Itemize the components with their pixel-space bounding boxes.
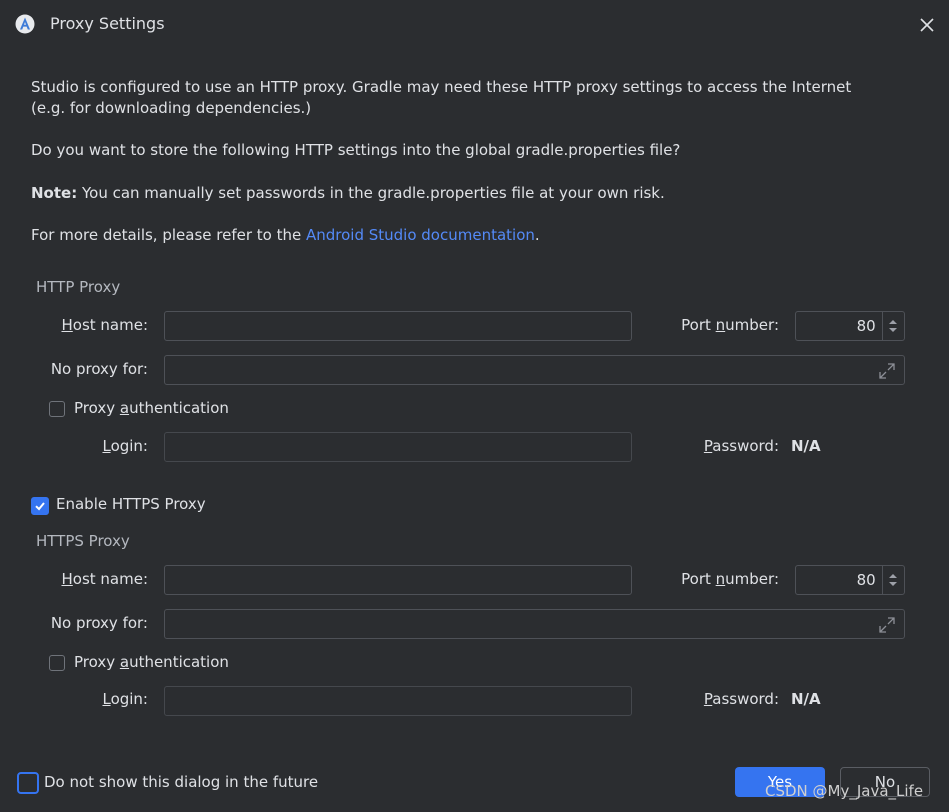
https-port-label-mnemonic: n [715, 570, 726, 588]
https-port-label: Port number: [660, 570, 779, 588]
http-password-label: Password: [680, 437, 779, 455]
http-host-field[interactable] [164, 311, 632, 341]
http-host-input[interactable] [165, 312, 631, 340]
https-auth-label[interactable]: Proxy authentication [74, 653, 229, 671]
intro-details: For more details, please refer to the An… [31, 225, 540, 246]
dont-show-label[interactable]: Do not show this dialog in the future [44, 773, 318, 791]
http-noproxy-field[interactable] [164, 355, 905, 385]
https-password-label: Password: [680, 690, 779, 708]
https-auth-label-mnemonic: a [119, 653, 130, 671]
android-studio-icon [15, 14, 35, 34]
http-login-label: Login: [60, 437, 148, 455]
http-proxy-group-title: HTTP Proxy [36, 278, 121, 296]
https-noproxy-field[interactable] [164, 609, 905, 639]
intro-note: Note: You can manually set passwords in … [31, 183, 665, 204]
https-login-label-rest: ogin: [110, 690, 148, 708]
https-port-label-rest: umber: [725, 570, 779, 588]
dont-show-checkbox[interactable] [17, 772, 39, 794]
http-noproxy-label: No proxy for: [50, 360, 148, 378]
intro-question: Do you want to store the following HTTP … [31, 141, 681, 159]
https-auth-label-pre: Proxy [74, 653, 120, 671]
https-host-label-rest: ost name: [72, 570, 148, 588]
spinner-icon [889, 320, 898, 332]
http-noproxy-input[interactable] [165, 356, 904, 384]
http-login-label-rest: ogin: [110, 437, 148, 455]
http-port-input[interactable] [796, 312, 882, 340]
https-auth-label-rest: uthentication [129, 653, 229, 671]
http-host-label-rest: ost name: [72, 316, 148, 334]
http-host-label: Host name: [40, 316, 148, 334]
http-password-label-mnemonic: P [703, 437, 713, 455]
https-host-label-mnemonic: H [61, 570, 73, 588]
http-auth-label-rest: uthentication [129, 399, 229, 417]
http-port-spinner[interactable] [881, 312, 904, 340]
https-login-field[interactable] [164, 686, 632, 716]
http-port-label: Port number: [660, 316, 779, 334]
details-prefix: For more details, please refer to the [31, 226, 306, 244]
details-suffix: . [534, 226, 540, 244]
watermark: CSDN @My_Java_Life [765, 782, 924, 800]
enable-https-label[interactable]: Enable HTTPS Proxy [56, 495, 206, 513]
https-noproxy-label: No proxy for: [50, 614, 148, 632]
enable-https-checkbox[interactable] [31, 497, 49, 515]
close-icon[interactable] [916, 14, 938, 36]
https-port-spinner[interactable] [881, 566, 904, 594]
http-auth-checkbox[interactable] [49, 401, 65, 417]
checkmark-icon [35, 502, 45, 511]
intro-line-2: (e.g. for downloading dependencies.) [31, 99, 312, 117]
http-auth-label[interactable]: Proxy authentication [74, 399, 229, 417]
note-text: You can manually set passwords in the gr… [77, 184, 665, 202]
http-port-label-pre: Port [681, 316, 716, 334]
http-port-label-rest: umber: [725, 316, 779, 334]
title-bar: Proxy Settings [0, 0, 949, 50]
https-auth-checkbox[interactable] [49, 655, 65, 671]
http-password-value: N/A [791, 437, 821, 455]
https-port-label-pre: Port [681, 570, 716, 588]
http-port-stepper[interactable] [795, 311, 905, 341]
http-host-label-mnemonic: H [61, 316, 73, 334]
https-port-input[interactable] [796, 566, 882, 594]
spinner-icon [889, 574, 898, 586]
http-port-label-mnemonic: n [715, 316, 726, 334]
https-host-field[interactable] [164, 565, 632, 595]
https-host-label: Host name: [40, 570, 148, 588]
https-login-label-mnemonic: L [102, 690, 111, 708]
documentation-link[interactable]: Android Studio documentation [306, 226, 535, 244]
http-auth-label-mnemonic: a [119, 399, 130, 417]
https-login-input[interactable] [165, 687, 631, 715]
intro-line-1: Studio is configured to use an HTTP prox… [31, 78, 852, 96]
https-noproxy-input[interactable] [165, 610, 904, 638]
https-password-value: N/A [791, 690, 821, 708]
dialog-title: Proxy Settings [50, 14, 165, 33]
https-proxy-group-title: HTTPS Proxy [36, 532, 130, 550]
http-password-label-rest: assword: [712, 437, 779, 455]
http-login-input[interactable] [165, 433, 631, 461]
https-host-input[interactable] [165, 566, 631, 594]
http-login-label-mnemonic: L [102, 437, 111, 455]
https-login-label: Login: [60, 690, 148, 708]
note-label: Note: [31, 184, 78, 202]
https-port-stepper[interactable] [795, 565, 905, 595]
https-password-label-rest: assword: [712, 690, 779, 708]
expand-icon[interactable] [878, 362, 896, 380]
https-password-label-mnemonic: P [703, 690, 713, 708]
http-login-field[interactable] [164, 432, 632, 462]
http-auth-label-pre: Proxy [74, 399, 120, 417]
expand-icon[interactable] [878, 616, 896, 634]
